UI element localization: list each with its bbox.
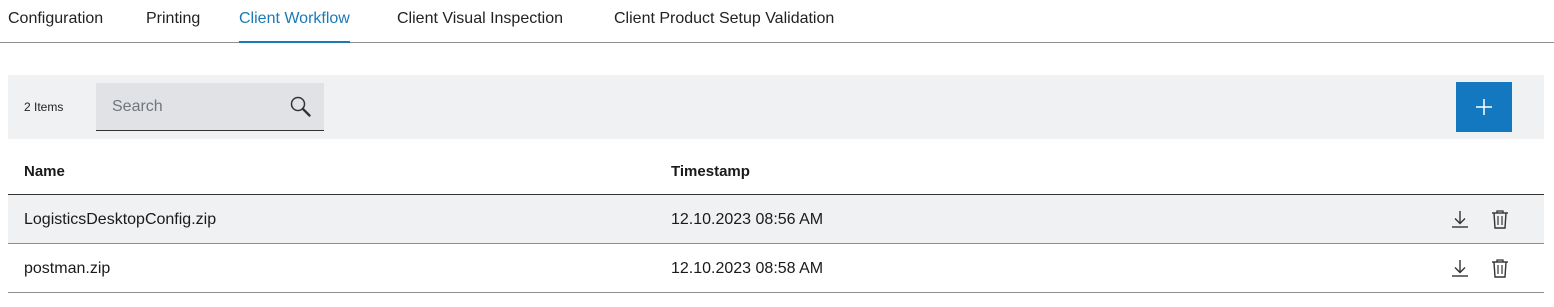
file-timestamp: 12.10.2023 08:56 AM xyxy=(671,211,824,228)
column-header-name[interactable]: Name xyxy=(24,163,65,180)
plus-icon xyxy=(1476,99,1492,115)
item-count: 2 Items xyxy=(24,100,64,114)
file-timestamp: 12.10.2023 08:58 AM xyxy=(671,260,824,277)
search-box xyxy=(96,83,324,131)
table-row[interactable]: postman.zip 12.10.2023 08:58 AM xyxy=(8,244,1544,293)
tab-client-product-setup-validation[interactable]: Client Product Setup Validation xyxy=(614,10,834,43)
tab-client-visual-inspection[interactable]: Client Visual Inspection xyxy=(397,10,563,43)
search-icon[interactable] xyxy=(289,95,313,119)
tab-configuration[interactable]: Configuration xyxy=(8,10,103,43)
tab-printing[interactable]: Printing xyxy=(146,10,200,43)
table-toolbar: 2 Items xyxy=(8,75,1544,139)
file-name: postman.zip xyxy=(24,260,111,277)
delete-icon[interactable] xyxy=(1489,257,1511,279)
tab-bar: Configuration Printing Client Workflow C… xyxy=(0,0,1554,43)
download-icon[interactable] xyxy=(1449,257,1471,279)
column-header-timestamp[interactable]: Timestamp xyxy=(671,163,750,180)
download-icon[interactable] xyxy=(1449,208,1471,230)
table-row[interactable]: LogisticsDesktopConfig.zip 12.10.2023 08… xyxy=(8,195,1544,244)
table-header-row: Name Timestamp xyxy=(8,147,1544,195)
file-name: LogisticsDesktopConfig.zip xyxy=(24,211,217,228)
delete-icon[interactable] xyxy=(1489,208,1511,230)
tab-client-workflow[interactable]: Client Workflow xyxy=(239,10,350,43)
files-table: Name Timestamp LogisticsDesktopConfig.zi… xyxy=(8,147,1544,293)
search-input[interactable] xyxy=(96,83,286,130)
add-button[interactable] xyxy=(1456,82,1512,132)
